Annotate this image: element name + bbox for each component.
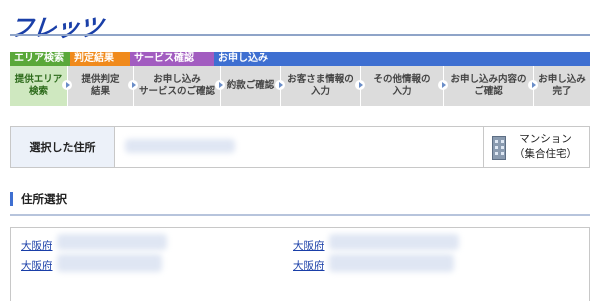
section-divider [10, 214, 590, 216]
redacted-address [329, 254, 454, 272]
step-customer-info: お客さま情報の 入力 [281, 66, 365, 106]
step-label: 提供エリア 検索 [14, 74, 63, 97]
address-link[interactable]: 大阪府 [293, 238, 325, 253]
address-link[interactable]: 大阪府 [293, 258, 325, 273]
dwelling-type-text: マンション （集合住宅） [514, 132, 577, 162]
address-link[interactable]: 大阪府 [21, 258, 53, 273]
phase-service-confirm: サービス確認 [130, 52, 214, 66]
progress-steps: 提供エリア 検索 提供判定 結果 お申し込み サービスのご確認 約款ご確認 お客… [10, 66, 590, 106]
building-icon [490, 134, 508, 160]
dwelling-type-note: （集合住宅） [514, 148, 577, 160]
step-other-info: その他情報の 入力 [361, 66, 448, 106]
selected-address-value [115, 127, 483, 167]
phase-area-search: エリア検索 [10, 52, 70, 66]
selected-address-label: 選択した住所 [11, 127, 115, 167]
step-arrow-icon [355, 80, 365, 90]
step-label: お客さま情報の 入力 [287, 74, 354, 97]
step-arrow-icon [438, 80, 448, 90]
step-terms-confirm: 約款ご確認 [221, 66, 285, 106]
step-review: お申し込み内容の ご確認 [444, 66, 538, 106]
redacted-address [329, 234, 459, 250]
redacted-address [57, 234, 167, 250]
step-arrow-icon [62, 80, 72, 90]
step-arrow-icon [215, 80, 225, 90]
address-link[interactable]: 大阪府 [21, 238, 53, 253]
step-arrow-icon [528, 80, 538, 90]
step-label: お申し込み 完了 [538, 74, 586, 97]
header-divider [10, 34, 590, 36]
step-complete: お申し込み 完了 [534, 66, 590, 106]
step-arrow-icon [275, 80, 285, 90]
flets-logo: フレッツ [8, 14, 104, 42]
step-label: その他情報の 入力 [373, 74, 431, 97]
step-arrow-icon [128, 80, 138, 90]
step-label: お申し込み内容の ご確認 [450, 74, 527, 97]
dwelling-type-name: マンション [519, 133, 572, 145]
phase-application: お申し込み [214, 52, 590, 66]
address-list: 大阪府 大阪府 大阪府 大阪府 [10, 227, 590, 301]
step-service-confirm: お申し込み サービスのご確認 [134, 66, 225, 106]
phase-judgement-result: 判定結果 [70, 52, 130, 66]
step-label: お申し込み サービスのご確認 [138, 74, 215, 97]
selected-address-panel: 選択した住所 マンション （集合住宅） [10, 126, 590, 168]
dwelling-type: マンション （集合住宅） [483, 127, 589, 167]
redacted-address [125, 139, 235, 153]
redacted-address [57, 254, 162, 272]
step-label: 約款ご確認 [226, 80, 275, 91]
step-judgement-result: 提供判定 結果 [68, 66, 138, 106]
step-label: 提供判定 結果 [81, 74, 120, 97]
phase-tabs: エリア検索 判定結果 サービス確認 お申し込み [10, 52, 590, 66]
section-title-address-select: 住所選択 [10, 192, 67, 206]
step-area-search: 提供エリア 検索 [10, 66, 72, 106]
